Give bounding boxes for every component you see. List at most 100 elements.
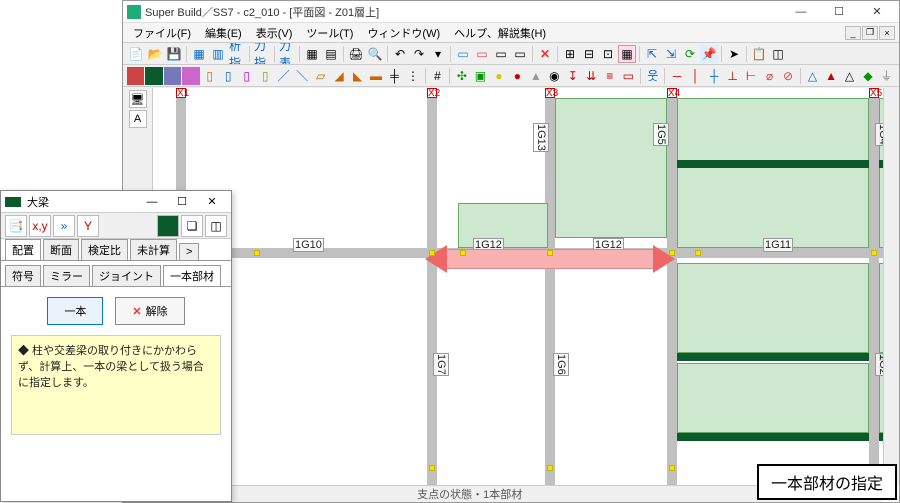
print-icon[interactable]: 🖨 xyxy=(347,45,365,63)
tab-single-member[interactable]: 一本部材 xyxy=(163,265,221,286)
grid-icon[interactable]: ▦ xyxy=(303,45,321,63)
line-v-icon[interactable]: │ xyxy=(687,67,704,85)
win3-icon[interactable]: ▭ xyxy=(492,45,510,63)
node-icon[interactable]: ╪ xyxy=(386,67,403,85)
mdi-maximize[interactable]: ❐ xyxy=(862,26,878,40)
tri2-icon[interactable]: △ xyxy=(804,67,821,85)
grid-b-icon[interactable]: ⊟ xyxy=(580,45,598,63)
arrow-down-icon[interactable]: ▾ xyxy=(429,45,447,63)
redo-icon[interactable]: ↷ xyxy=(410,45,428,63)
boxed-icon[interactable]: ▣ xyxy=(472,67,489,85)
pointer-icon[interactable]: ➤ xyxy=(725,45,743,63)
analysis-icon[interactable]: 解析指定 xyxy=(228,45,246,63)
cross-v-icon[interactable]: ┼ xyxy=(705,67,722,85)
mdi-close[interactable]: × xyxy=(879,26,895,40)
brace-r-icon[interactable]: ＼ xyxy=(293,67,310,85)
load2-icon[interactable]: ⇊ xyxy=(583,67,600,85)
layers-icon[interactable]: ▦ xyxy=(190,45,208,63)
elem-b-icon[interactable]: ▯ xyxy=(219,67,236,85)
menu-help[interactable]: ヘルプ、解説集(H) xyxy=(448,23,552,43)
elem-d-icon[interactable]: ▯ xyxy=(256,67,273,85)
menu-tool[interactable]: ツール(T) xyxy=(300,23,359,43)
palette-close[interactable]: ✕ xyxy=(197,193,227,211)
palette-minimize[interactable]: — xyxy=(137,193,167,211)
delete-icon[interactable]: ✕ xyxy=(536,45,554,63)
sync-icon[interactable]: ⟳ xyxy=(681,45,699,63)
brace-l-icon[interactable]: ／ xyxy=(275,67,292,85)
output-set-icon[interactable]: 出力指定 xyxy=(253,45,271,63)
hash-icon[interactable]: # xyxy=(429,67,446,85)
new-icon[interactable]: 📄 xyxy=(127,45,145,63)
menu-view[interactable]: 表示(V) xyxy=(250,23,299,43)
push-icon[interactable]: ⇱ xyxy=(643,45,661,63)
pal-stack-icon[interactable]: ◫ xyxy=(205,215,227,237)
pal-copy-icon[interactable]: 📑 xyxy=(5,215,27,237)
rebar-icon[interactable]: ⋮ xyxy=(404,67,421,85)
tri-icon[interactable]: ▲ xyxy=(527,67,544,85)
stack-icon[interactable]: ▤ xyxy=(322,45,340,63)
h2-icon[interactable]: ◣ xyxy=(349,67,366,85)
vb-text-icon[interactable]: A xyxy=(129,110,147,128)
open-icon[interactable]: 📂 xyxy=(146,45,164,63)
vb-screen-icon[interactable]: 🖥 xyxy=(129,90,147,108)
tab-mirror[interactable]: ミラー xyxy=(43,265,90,286)
tab-placement[interactable]: 配置 xyxy=(5,239,41,260)
dot-r-icon[interactable]: ● xyxy=(509,67,526,85)
tri3-icon[interactable]: ▲ xyxy=(822,67,839,85)
close-button[interactable]: ✕ xyxy=(859,3,895,21)
minimize-button[interactable]: — xyxy=(783,3,819,21)
win4-icon[interactable]: ▭ xyxy=(511,45,529,63)
snap-b-icon[interactable]: ⊢ xyxy=(742,67,759,85)
menu-window[interactable]: ウィンドウ(W) xyxy=(361,23,446,43)
pal-section-icon[interactable]: x,y xyxy=(29,215,51,237)
pal-green-icon[interactable] xyxy=(157,215,179,237)
arrows4-icon[interactable]: ✣ xyxy=(453,67,470,85)
sheets-icon[interactable]: ▥ xyxy=(209,45,227,63)
pal-chevrons-icon[interactable]: » xyxy=(53,215,75,237)
wall-icon[interactable] xyxy=(182,67,199,85)
tab-ratio[interactable]: 検定比 xyxy=(81,239,128,260)
grid-c-icon[interactable]: ⊡ xyxy=(599,45,617,63)
dot-y-icon[interactable]: ● xyxy=(490,67,507,85)
maximize-button[interactable]: ☐ xyxy=(821,3,857,21)
person-icon[interactable]: 웃 xyxy=(644,67,661,85)
pal-y-icon[interactable]: Y xyxy=(77,215,99,237)
win2-icon[interactable]: ▭ xyxy=(473,45,491,63)
line-r-icon[interactable]: ─ xyxy=(668,67,685,85)
tab-more[interactable]: > xyxy=(179,243,199,260)
snap-a-icon[interactable]: ⊥ xyxy=(724,67,741,85)
haunch-icon[interactable]: ▱ xyxy=(312,67,329,85)
win1-icon[interactable]: ▭ xyxy=(454,45,472,63)
pal-overlay-icon[interactable]: ❏ xyxy=(181,215,203,237)
snap-d-icon[interactable]: ⊘ xyxy=(779,67,796,85)
elem-c-icon[interactable]: ▯ xyxy=(238,67,255,85)
mass-icon[interactable]: ◉ xyxy=(546,67,563,85)
col-icon[interactable] xyxy=(127,67,144,85)
drawing-canvas[interactable]: X1 X2 X3 X4 X5 Y3 1G10 1G12 1G1 xyxy=(153,88,883,485)
tab-symbol[interactable]: 符号 xyxy=(5,265,41,286)
h1-icon[interactable]: ◢ xyxy=(330,67,347,85)
palette-maximize[interactable]: ☐ xyxy=(167,193,197,211)
pin-icon[interactable]: 📌 xyxy=(700,45,718,63)
output-view-icon[interactable]: 出力表示 xyxy=(278,45,296,63)
vertical-scrollbar[interactable] xyxy=(883,88,899,485)
area-icon[interactable]: ▭ xyxy=(620,67,637,85)
grid-a-icon[interactable]: ⊞ xyxy=(561,45,579,63)
mdi-minimize[interactable]: _ xyxy=(845,26,861,40)
filter-icon[interactable]: ⏚ xyxy=(878,67,895,85)
eraser-icon[interactable]: ◫ xyxy=(769,45,787,63)
snap-c-icon[interactable]: ⌀ xyxy=(761,67,778,85)
menu-file[interactable]: ファイル(F) xyxy=(127,23,197,43)
pull-icon[interactable]: ⇲ xyxy=(662,45,680,63)
paste-icon[interactable]: 📋 xyxy=(750,45,768,63)
tab-section[interactable]: 断面 xyxy=(43,239,79,260)
diamond-icon[interactable]: ◆ xyxy=(859,67,876,85)
single-button[interactable]: 一本 xyxy=(47,297,103,325)
grid-d-icon[interactable]: ▦ xyxy=(618,45,636,63)
preview-icon[interactable]: 🔍 xyxy=(366,45,384,63)
dist-icon[interactable]: ≡ xyxy=(601,67,618,85)
save-icon[interactable]: 💾 xyxy=(165,45,183,63)
slab-icon[interactable] xyxy=(164,67,181,85)
menu-edit[interactable]: 編集(E) xyxy=(199,23,248,43)
elem-a-icon[interactable]: ▯ xyxy=(201,67,218,85)
